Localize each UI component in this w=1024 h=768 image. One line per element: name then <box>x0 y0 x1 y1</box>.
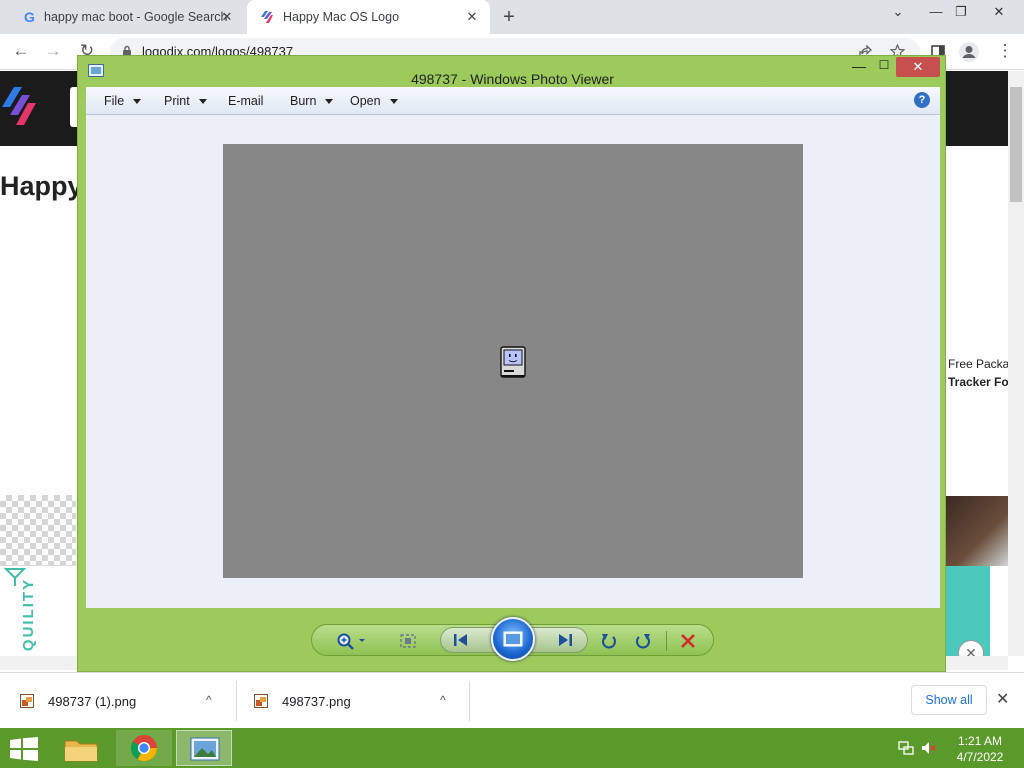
quility-ad[interactable]: QUILITY <box>0 565 76 655</box>
ad-text: QUILITY <box>20 577 38 652</box>
close-icon[interactable]: ✕ <box>219 9 235 25</box>
zoom-icon[interactable] <box>336 632 368 650</box>
delete-icon[interactable] <box>678 632 698 650</box>
clock-time: 1:21 AM <box>957 734 1003 748</box>
promo-line: Tracker Fo <box>948 375 1008 389</box>
minimize-button[interactable]: — <box>922 4 950 19</box>
chevron-down-icon <box>325 99 334 105</box>
chevron-down-icon <box>133 99 142 105</box>
menu-open[interactable]: Open <box>350 94 398 108</box>
transparent-image-preview <box>0 495 76 565</box>
download-item[interactable]: 498737 (1).png <box>20 673 220 729</box>
tab-title: happy mac boot - Google Search <box>44 10 228 24</box>
image-canvas <box>86 115 940 608</box>
chevron-up-icon[interactable]: ^ <box>206 693 212 707</box>
profile-icon[interactable] <box>958 41 980 63</box>
chevron-down-icon <box>198 99 207 105</box>
menu-label: E-mail <box>228 94 264 108</box>
minimize-button[interactable]: — <box>848 58 870 74</box>
windows-taskbar: 1:21 AM 4/7/2022 <box>0 728 1024 768</box>
vertical-scrollbar[interactable] <box>1008 71 1024 656</box>
volume-muted-icon[interactable] <box>921 741 937 755</box>
close-downloads-button[interactable]: ✕ <box>996 689 1009 709</box>
chevron-up-icon[interactable]: ^ <box>440 693 446 707</box>
rotate-counterclockwise-icon[interactable] <box>599 632 619 650</box>
tab-search-button[interactable]: ⌄ <box>884 4 912 20</box>
menu-file[interactable]: File <box>104 94 142 108</box>
toolbar-divider <box>666 631 667 651</box>
photo-viewer-controls <box>311 617 714 661</box>
tab-google-search[interactable]: G happy mac boot - Google Search ✕ <box>10 0 245 34</box>
rotate-clockwise-icon[interactable] <box>633 632 653 650</box>
happy-mac-icon <box>500 346 526 378</box>
chrome-menu-button[interactable]: ⋮ <box>994 40 1016 62</box>
promo-line: Free Packa <box>948 357 1008 371</box>
forward-button[interactable]: → <box>42 40 64 62</box>
taskbar-photo-viewer[interactable] <box>176 730 232 766</box>
chevron-down-icon <box>389 99 398 105</box>
downloads-bar: 498737 (1).png ^ 498737.png ^ Show all ✕ <box>0 672 1024 728</box>
displayed-image <box>223 144 803 578</box>
image-file-icon <box>20 694 34 708</box>
next-icon[interactable] <box>555 631 575 649</box>
download-item[interactable]: 498737.png <box>254 673 434 729</box>
window-title: 498737 - Windows Photo Viewer <box>411 71 614 87</box>
promo-text[interactable]: Free Packa Tracker Fo <box>948 355 1008 391</box>
folder-icon <box>64 740 98 762</box>
restore-button[interactable]: ❐ <box>947 4 975 20</box>
download-filename: 498737 (1).png <box>48 693 137 709</box>
tab-happy-mac-logo[interactable]: Happy Mac OS Logo ✕ <box>247 0 490 34</box>
slideshow-button[interactable] <box>491 617 535 661</box>
menu-burn[interactable]: Burn <box>290 94 334 108</box>
clock-date: 4/7/2022 <box>956 750 1004 764</box>
menu-label: Burn <box>290 94 317 108</box>
menu-label: File <box>104 94 125 108</box>
new-tab-button[interactable]: + <box>498 6 520 29</box>
close-window-button[interactable]: ✕ <box>985 4 1013 20</box>
scrollbar-thumb[interactable] <box>1010 87 1022 202</box>
svg-text:G: G <box>24 9 35 25</box>
menu-email[interactable]: E-mail <box>228 94 263 108</box>
tab-title: Happy Mac OS Logo <box>283 10 400 24</box>
photo-viewer-window: 498737 - Windows Photo Viewer — ☐ ✕ File… <box>77 55 946 672</box>
divider <box>469 681 470 721</box>
photo-viewer-icon <box>190 737 220 761</box>
actual-size-icon[interactable] <box>398 632 418 650</box>
close-window-button[interactable]: ✕ <box>896 57 940 77</box>
menu-print[interactable]: Print <box>164 94 207 108</box>
close-icon[interactable]: ✕ <box>464 9 480 25</box>
maximize-button[interactable]: ☐ <box>873 58 895 72</box>
show-all-button[interactable]: Show all <box>911 685 987 715</box>
download-filename: 498737.png <box>282 693 351 709</box>
network-icon[interactable] <box>898 741 914 755</box>
taskbar-file-explorer[interactable] <box>54 730 110 766</box>
logodix-logo-icon <box>2 87 36 125</box>
menu-label: Open <box>350 94 381 108</box>
taskbar-clock[interactable]: 1:21 AM 4/7/2022 <box>950 733 1010 765</box>
thumbnail-image[interactable] <box>946 496 1008 566</box>
taskbar-chrome[interactable] <box>116 730 172 766</box>
chrome-icon <box>130 735 158 762</box>
logodix-icon <box>261 11 273 23</box>
divider <box>236 681 237 721</box>
slideshow-icon <box>503 631 523 647</box>
image-file-icon <box>254 694 268 708</box>
google-icon: G <box>24 9 35 25</box>
photo-viewer-menu-bar: File Print E-mail Burn Open ? <box>86 87 940 115</box>
back-button[interactable]: ← <box>10 40 32 62</box>
browser-tab-strip: G happy mac boot - Google Search ✕ Happy… <box>0 0 1024 34</box>
menu-label: Print <box>164 94 190 108</box>
page-title: Happy <box>0 171 83 201</box>
windows-start-icon[interactable] <box>10 737 38 761</box>
help-icon[interactable]: ? <box>914 92 930 108</box>
previous-icon[interactable] <box>451 631 471 649</box>
